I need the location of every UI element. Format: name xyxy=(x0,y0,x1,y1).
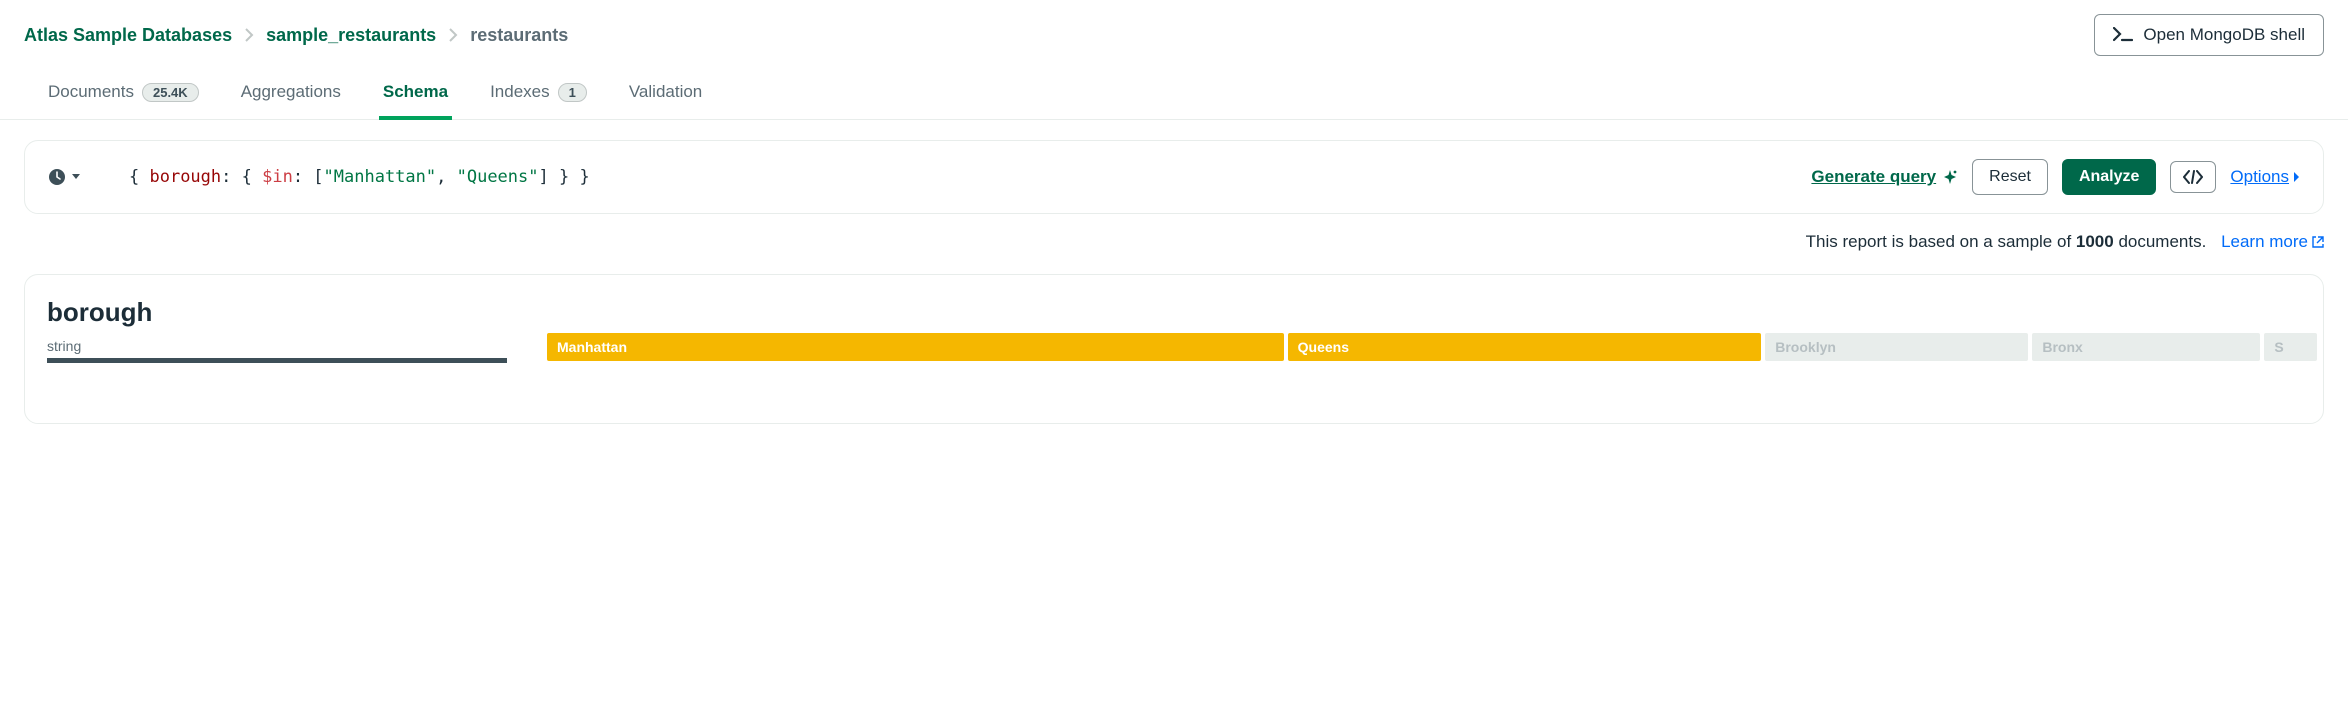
report-prefix: This report is based on a sample of xyxy=(1806,232,2076,251)
value-bar[interactable]: S xyxy=(2264,333,2317,361)
indexes-count-badge: 1 xyxy=(558,83,587,102)
query-brace: ] } } xyxy=(539,167,590,187)
caret-down-icon xyxy=(71,173,81,181)
tab-documents-label: Documents xyxy=(48,82,134,102)
tab-indexes-label: Indexes xyxy=(490,82,550,102)
generate-query-label: Generate query xyxy=(1811,167,1936,187)
code-toggle-button[interactable] xyxy=(2170,161,2216,193)
options-link[interactable]: Options xyxy=(2230,167,2301,187)
analyze-button[interactable]: Analyze xyxy=(2062,159,2156,195)
sparkle-icon xyxy=(1942,169,1958,185)
chevron-right-icon xyxy=(448,28,458,42)
external-link-icon xyxy=(2312,236,2324,248)
query-value: "Manhattan" xyxy=(324,167,437,187)
clock-icon xyxy=(47,167,67,187)
breadcrumb: Atlas Sample Databases sample_restaurant… xyxy=(24,25,568,46)
query-key: borough xyxy=(149,167,221,187)
collection-tabs: Documents 25.4K Aggregations Schema Inde… xyxy=(0,72,2348,120)
sample-report-note: This report is based on a sample of 1000… xyxy=(0,214,2348,252)
breadcrumb-collection: restaurants xyxy=(470,25,568,46)
tab-documents[interactable]: Documents 25.4K xyxy=(44,72,203,120)
tab-aggregations-label: Aggregations xyxy=(241,82,341,102)
query-value: "Queens" xyxy=(457,167,539,187)
tab-indexes[interactable]: Indexes 1 xyxy=(486,72,591,120)
tab-schema-label: Schema xyxy=(383,82,448,102)
value-bar[interactable]: Queens xyxy=(1288,333,1762,361)
value-bar[interactable]: Brooklyn xyxy=(1765,333,2028,361)
schema-field-card: borough string ManhattanQueensBrooklynBr… xyxy=(24,274,2324,424)
report-suffix: documents. xyxy=(2114,232,2207,251)
field-name: borough xyxy=(47,297,507,328)
query-sep: : { xyxy=(221,167,262,187)
options-label: Options xyxy=(2230,167,2289,187)
field-type: string xyxy=(47,338,507,354)
query-input[interactable]: { borough: { $in: ["Manhattan", "Queens"… xyxy=(95,167,1797,187)
tab-schema[interactable]: Schema xyxy=(379,72,452,120)
tab-validation-label: Validation xyxy=(629,82,702,102)
query-bar: { borough: { $in: ["Manhattan", "Queens"… xyxy=(24,140,2324,214)
query-sep: : [ xyxy=(293,167,324,187)
type-bar xyxy=(47,358,507,363)
query-brace: { xyxy=(129,167,149,187)
value-bar[interactable]: Bronx xyxy=(2032,333,2260,361)
caret-right-icon xyxy=(2293,171,2301,183)
query-operator: $in xyxy=(262,167,293,187)
learn-more-link[interactable]: Learn more xyxy=(2221,232,2324,252)
documents-count-badge: 25.4K xyxy=(142,83,199,102)
value-bar[interactable]: Manhattan xyxy=(547,333,1284,361)
learn-more-label: Learn more xyxy=(2221,232,2308,252)
code-icon xyxy=(2183,170,2203,184)
value-distribution: ManhattanQueensBrooklynBronxS xyxy=(547,333,2301,361)
query-history-button[interactable] xyxy=(47,167,81,187)
query-sep: , xyxy=(436,167,456,187)
breadcrumb-db[interactable]: sample_restaurants xyxy=(266,25,436,46)
reset-button[interactable]: Reset xyxy=(1972,159,2048,195)
open-shell-button[interactable]: Open MongoDB shell xyxy=(2094,14,2324,56)
generate-query-link[interactable]: Generate query xyxy=(1811,167,1958,187)
breadcrumb-root[interactable]: Atlas Sample Databases xyxy=(24,25,232,46)
report-count: 1000 xyxy=(2076,232,2114,251)
chevron-right-icon xyxy=(244,28,254,42)
tab-validation[interactable]: Validation xyxy=(625,72,706,120)
tab-aggregations[interactable]: Aggregations xyxy=(237,72,345,120)
open-shell-label: Open MongoDB shell xyxy=(2143,25,2305,45)
terminal-icon xyxy=(2113,27,2133,43)
